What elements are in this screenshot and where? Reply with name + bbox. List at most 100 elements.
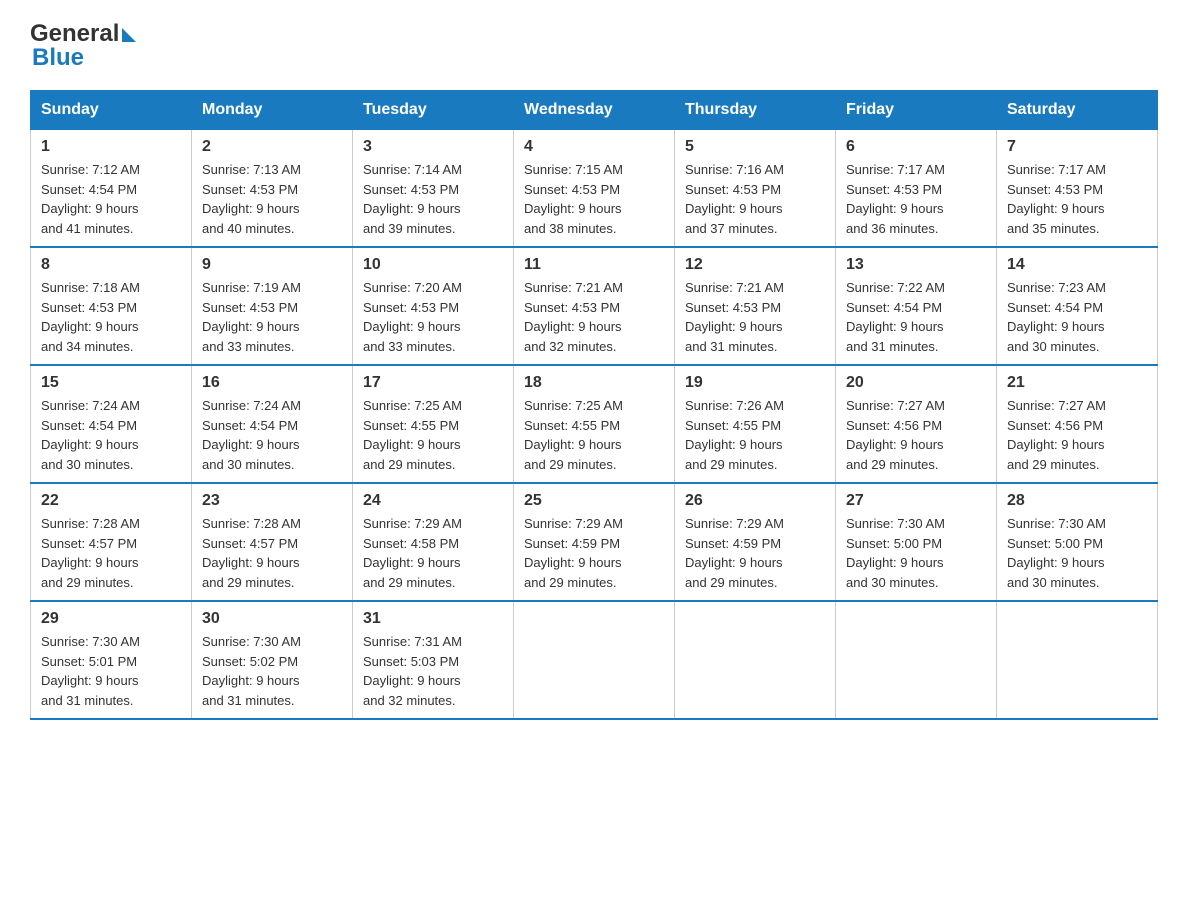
calendar-cell: 31 Sunrise: 7:31 AMSunset: 5:03 PMDaylig…	[353, 601, 514, 719]
day-info: Sunrise: 7:21 AMSunset: 4:53 PMDaylight:…	[685, 280, 784, 354]
day-info: Sunrise: 7:26 AMSunset: 4:55 PMDaylight:…	[685, 398, 784, 472]
day-number: 29	[41, 610, 181, 628]
logo-arrow-icon	[122, 28, 136, 42]
calendar-cell: 12 Sunrise: 7:21 AMSunset: 4:53 PMDaylig…	[675, 247, 836, 365]
calendar-cell: 20 Sunrise: 7:27 AMSunset: 4:56 PMDaylig…	[836, 365, 997, 483]
weekday-header-wednesday: Wednesday	[514, 91, 675, 130]
day-number: 23	[202, 492, 342, 510]
day-info: Sunrise: 7:17 AMSunset: 4:53 PMDaylight:…	[1007, 162, 1106, 236]
day-info: Sunrise: 7:25 AMSunset: 4:55 PMDaylight:…	[524, 398, 623, 472]
weekday-header-thursday: Thursday	[675, 91, 836, 130]
day-info: Sunrise: 7:24 AMSunset: 4:54 PMDaylight:…	[41, 398, 140, 472]
calendar-cell	[514, 601, 675, 719]
calendar-cell: 1 Sunrise: 7:12 AMSunset: 4:54 PMDayligh…	[31, 130, 192, 248]
calendar-cell: 18 Sunrise: 7:25 AMSunset: 4:55 PMDaylig…	[514, 365, 675, 483]
day-number: 18	[524, 374, 664, 392]
calendar-cell: 21 Sunrise: 7:27 AMSunset: 4:56 PMDaylig…	[997, 365, 1158, 483]
day-info: Sunrise: 7:17 AMSunset: 4:53 PMDaylight:…	[846, 162, 945, 236]
calendar-cell: 9 Sunrise: 7:19 AMSunset: 4:53 PMDayligh…	[192, 247, 353, 365]
day-info: Sunrise: 7:16 AMSunset: 4:53 PMDaylight:…	[685, 162, 784, 236]
day-number: 1	[41, 138, 181, 156]
day-info: Sunrise: 7:20 AMSunset: 4:53 PMDaylight:…	[363, 280, 462, 354]
day-number: 11	[524, 256, 664, 274]
day-info: Sunrise: 7:29 AMSunset: 4:59 PMDaylight:…	[524, 516, 623, 590]
calendar-week-row: 1 Sunrise: 7:12 AMSunset: 4:54 PMDayligh…	[31, 130, 1158, 248]
day-info: Sunrise: 7:28 AMSunset: 4:57 PMDaylight:…	[202, 516, 301, 590]
calendar-cell: 19 Sunrise: 7:26 AMSunset: 4:55 PMDaylig…	[675, 365, 836, 483]
calendar-week-row: 8 Sunrise: 7:18 AMSunset: 4:53 PMDayligh…	[31, 247, 1158, 365]
day-info: Sunrise: 7:14 AMSunset: 4:53 PMDaylight:…	[363, 162, 462, 236]
calendar-week-row: 29 Sunrise: 7:30 AMSunset: 5:01 PMDaylig…	[31, 601, 1158, 719]
calendar-cell	[675, 601, 836, 719]
day-info: Sunrise: 7:12 AMSunset: 4:54 PMDaylight:…	[41, 162, 140, 236]
day-info: Sunrise: 7:29 AMSunset: 4:58 PMDaylight:…	[363, 516, 462, 590]
day-number: 14	[1007, 256, 1147, 274]
day-info: Sunrise: 7:28 AMSunset: 4:57 PMDaylight:…	[41, 516, 140, 590]
logo-blue-text: Blue	[32, 44, 84, 72]
day-number: 12	[685, 256, 825, 274]
day-number: 19	[685, 374, 825, 392]
day-info: Sunrise: 7:22 AMSunset: 4:54 PMDaylight:…	[846, 280, 945, 354]
day-info: Sunrise: 7:29 AMSunset: 4:59 PMDaylight:…	[685, 516, 784, 590]
day-number: 5	[685, 138, 825, 156]
day-info: Sunrise: 7:30 AMSunset: 5:01 PMDaylight:…	[41, 634, 140, 708]
calendar-cell: 8 Sunrise: 7:18 AMSunset: 4:53 PMDayligh…	[31, 247, 192, 365]
calendar-cell: 6 Sunrise: 7:17 AMSunset: 4:53 PMDayligh…	[836, 130, 997, 248]
day-number: 9	[202, 256, 342, 274]
calendar-cell: 17 Sunrise: 7:25 AMSunset: 4:55 PMDaylig…	[353, 365, 514, 483]
day-number: 13	[846, 256, 986, 274]
day-info: Sunrise: 7:30 AMSunset: 5:02 PMDaylight:…	[202, 634, 301, 708]
calendar-header-row: SundayMondayTuesdayWednesdayThursdayFrid…	[31, 91, 1158, 130]
calendar-cell: 10 Sunrise: 7:20 AMSunset: 4:53 PMDaylig…	[353, 247, 514, 365]
day-number: 6	[846, 138, 986, 156]
day-info: Sunrise: 7:27 AMSunset: 4:56 PMDaylight:…	[846, 398, 945, 472]
day-number: 27	[846, 492, 986, 510]
day-number: 30	[202, 610, 342, 628]
day-info: Sunrise: 7:25 AMSunset: 4:55 PMDaylight:…	[363, 398, 462, 472]
day-info: Sunrise: 7:13 AMSunset: 4:53 PMDaylight:…	[202, 162, 301, 236]
calendar-cell: 2 Sunrise: 7:13 AMSunset: 4:53 PMDayligh…	[192, 130, 353, 248]
calendar-week-row: 15 Sunrise: 7:24 AMSunset: 4:54 PMDaylig…	[31, 365, 1158, 483]
day-number: 22	[41, 492, 181, 510]
calendar-cell: 13 Sunrise: 7:22 AMSunset: 4:54 PMDaylig…	[836, 247, 997, 365]
calendar-cell: 22 Sunrise: 7:28 AMSunset: 4:57 PMDaylig…	[31, 483, 192, 601]
day-info: Sunrise: 7:30 AMSunset: 5:00 PMDaylight:…	[846, 516, 945, 590]
day-info: Sunrise: 7:23 AMSunset: 4:54 PMDaylight:…	[1007, 280, 1106, 354]
calendar-cell: 14 Sunrise: 7:23 AMSunset: 4:54 PMDaylig…	[997, 247, 1158, 365]
calendar-cell: 30 Sunrise: 7:30 AMSunset: 5:02 PMDaylig…	[192, 601, 353, 719]
day-number: 26	[685, 492, 825, 510]
weekday-header-saturday: Saturday	[997, 91, 1158, 130]
day-number: 4	[524, 138, 664, 156]
day-number: 17	[363, 374, 503, 392]
day-info: Sunrise: 7:27 AMSunset: 4:56 PMDaylight:…	[1007, 398, 1106, 472]
calendar-cell: 26 Sunrise: 7:29 AMSunset: 4:59 PMDaylig…	[675, 483, 836, 601]
calendar-cell: 29 Sunrise: 7:30 AMSunset: 5:01 PMDaylig…	[31, 601, 192, 719]
day-number: 16	[202, 374, 342, 392]
day-number: 2	[202, 138, 342, 156]
calendar-cell: 4 Sunrise: 7:15 AMSunset: 4:53 PMDayligh…	[514, 130, 675, 248]
calendar-cell: 23 Sunrise: 7:28 AMSunset: 4:57 PMDaylig…	[192, 483, 353, 601]
day-info: Sunrise: 7:21 AMSunset: 4:53 PMDaylight:…	[524, 280, 623, 354]
day-number: 25	[524, 492, 664, 510]
page-header: General Blue	[30, 20, 1158, 72]
day-number: 28	[1007, 492, 1147, 510]
day-info: Sunrise: 7:18 AMSunset: 4:53 PMDaylight:…	[41, 280, 140, 354]
weekday-header-friday: Friday	[836, 91, 997, 130]
day-info: Sunrise: 7:24 AMSunset: 4:54 PMDaylight:…	[202, 398, 301, 472]
calendar-cell: 3 Sunrise: 7:14 AMSunset: 4:53 PMDayligh…	[353, 130, 514, 248]
day-number: 7	[1007, 138, 1147, 156]
calendar-cell: 15 Sunrise: 7:24 AMSunset: 4:54 PMDaylig…	[31, 365, 192, 483]
day-info: Sunrise: 7:31 AMSunset: 5:03 PMDaylight:…	[363, 634, 462, 708]
calendar-cell: 28 Sunrise: 7:30 AMSunset: 5:00 PMDaylig…	[997, 483, 1158, 601]
weekday-header-monday: Monday	[192, 91, 353, 130]
day-number: 8	[41, 256, 181, 274]
calendar-week-row: 22 Sunrise: 7:28 AMSunset: 4:57 PMDaylig…	[31, 483, 1158, 601]
logo: General Blue	[30, 20, 136, 72]
calendar-cell: 27 Sunrise: 7:30 AMSunset: 5:00 PMDaylig…	[836, 483, 997, 601]
day-number: 15	[41, 374, 181, 392]
weekday-header-tuesday: Tuesday	[353, 91, 514, 130]
calendar-cell	[997, 601, 1158, 719]
day-number: 20	[846, 374, 986, 392]
calendar-cell: 24 Sunrise: 7:29 AMSunset: 4:58 PMDaylig…	[353, 483, 514, 601]
calendar-table: SundayMondayTuesdayWednesdayThursdayFrid…	[30, 90, 1158, 720]
